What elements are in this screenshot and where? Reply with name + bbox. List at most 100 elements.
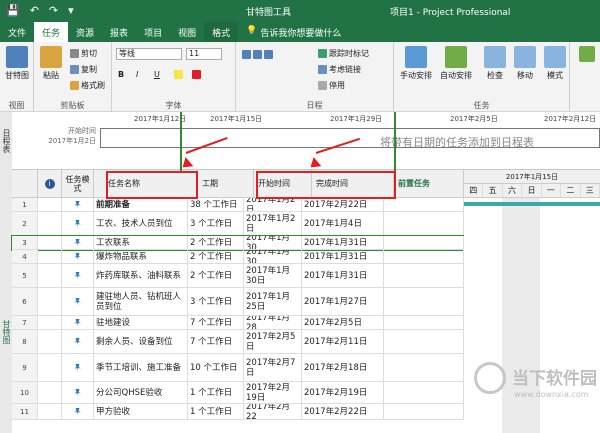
duration-cell[interactable]: 10 个工作日 bbox=[188, 354, 244, 381]
start-cell[interactable]: 2017年1月30 bbox=[244, 236, 302, 249]
task-mode-cell[interactable] bbox=[62, 198, 94, 211]
duration-cell[interactable]: 1 个工作日 bbox=[188, 382, 244, 403]
tab-view[interactable]: 视图 bbox=[170, 22, 204, 42]
move-button[interactable]: 移动 bbox=[508, 46, 542, 81]
table-row[interactable]: 1 前期准备 38 个工作日 2017年1月2日 2017年2月22日 bbox=[12, 198, 464, 212]
indicator-cell[interactable] bbox=[38, 236, 62, 249]
task-name-cell[interactable]: 前期准备 bbox=[94, 198, 188, 211]
duration-cell[interactable]: 7 个工作日 bbox=[188, 330, 244, 353]
task-name-cell[interactable]: 工农、技术人员到位 bbox=[94, 212, 188, 235]
duration-cell[interactable]: 7 个工作日 bbox=[188, 316, 244, 329]
indicator-cell[interactable] bbox=[38, 382, 62, 403]
task-mode-cell[interactable] bbox=[62, 316, 94, 329]
task-name-cell[interactable]: 分公司QHSE验收 bbox=[94, 382, 188, 403]
font-color-button[interactable] bbox=[192, 70, 201, 79]
start-cell[interactable]: 2017年1月2日 bbox=[244, 212, 302, 235]
duration-cell[interactable]: 1 个工作日 bbox=[188, 404, 244, 419]
finish-cell[interactable]: 2017年1月31日 bbox=[302, 264, 384, 287]
percent-complete-buttons[interactable] bbox=[242, 50, 273, 59]
predecessors-cell[interactable] bbox=[384, 250, 464, 263]
task-mode-cell[interactable] bbox=[62, 382, 94, 403]
row-number[interactable]: 8 bbox=[12, 330, 38, 353]
finish-cell[interactable]: 2017年1月4日 bbox=[302, 212, 384, 235]
indicator-cell[interactable] bbox=[38, 330, 62, 353]
indicator-cell[interactable] bbox=[38, 198, 62, 211]
task-mode-cell[interactable] bbox=[62, 288, 94, 315]
indicator-cell[interactable] bbox=[38, 354, 62, 381]
table-row[interactable]: 11 甲方验收 1 个工作日 2017年2月22 2017年2月22日 bbox=[12, 404, 464, 420]
table-row[interactable]: 5 炸药库联系、油料联系 2 个工作日 2017年1月30日 2017年1月31日 bbox=[12, 264, 464, 288]
finish-cell[interactable]: 2017年2月11日 bbox=[302, 330, 384, 353]
tell-me-box[interactable]: 💡 告诉我你想要做什么 bbox=[238, 22, 349, 42]
customize-qa-icon[interactable]: ▾ bbox=[68, 4, 74, 17]
table-row[interactable]: 3 工农联系 2 个工作日 2017年1月30 2017年1月31日 bbox=[11, 235, 465, 251]
row-number[interactable]: 2 bbox=[12, 212, 38, 235]
format-painter-button[interactable]: 格式刷 bbox=[70, 80, 105, 91]
start-cell[interactable]: 2017年1月30 bbox=[244, 250, 302, 263]
task-name-cell[interactable]: 驻地建设 bbox=[94, 316, 188, 329]
task-mode-cell[interactable] bbox=[62, 404, 94, 419]
duration-cell[interactable]: 2 个工作日 bbox=[188, 236, 244, 249]
finish-cell[interactable]: 2017年1月31日 bbox=[302, 250, 384, 263]
start-cell[interactable]: 2017年1月25日 bbox=[244, 288, 302, 315]
mode-button[interactable]: 模式 bbox=[538, 46, 572, 81]
table-row[interactable]: 2 工农、技术人员到位 3 个工作日 2017年1月2日 2017年1月4日 bbox=[12, 212, 464, 236]
table-row[interactable]: 10 分公司QHSE验收 1 个工作日 2017年2月19日 2017年2月19日 bbox=[12, 382, 464, 404]
tab-resource[interactable]: 资源 bbox=[68, 22, 102, 42]
undo-icon[interactable]: ↶ bbox=[30, 4, 39, 17]
mode-column-header[interactable]: 任务模式 bbox=[62, 170, 94, 198]
manual-schedule-button[interactable]: 手动安排 bbox=[396, 46, 436, 81]
task-mode-cell[interactable] bbox=[62, 236, 94, 249]
task-name-cell[interactable]: 甲方验收 bbox=[94, 404, 188, 419]
summary-task-bar[interactable] bbox=[464, 202, 600, 206]
predecessors-cell[interactable] bbox=[384, 354, 464, 381]
task-name-cell[interactable]: 爆炸物品联系 bbox=[94, 250, 188, 263]
predecessors-cell[interactable] bbox=[384, 316, 464, 329]
copy-button[interactable]: 复制 bbox=[70, 64, 97, 75]
finish-cell[interactable]: 2017年2月22日 bbox=[302, 198, 384, 211]
task-name-cell[interactable]: 工农联系 bbox=[94, 236, 188, 249]
predecessors-cell[interactable] bbox=[384, 236, 464, 249]
insert-task-button[interactable] bbox=[576, 46, 598, 64]
table-row[interactable]: 8 剩余人员、设备到位 7 个工作日 2017年2月5日 2017年2月11日 bbox=[12, 330, 464, 354]
table-row[interactable]: 9 季节工培训、施工准备 10 个工作日 2017年2月7日 2017年2月18日 bbox=[12, 354, 464, 382]
finish-cell[interactable]: 2017年2月22日 bbox=[302, 404, 384, 419]
inspect-button[interactable]: 检查 bbox=[478, 46, 512, 81]
row-number[interactable]: 9 bbox=[12, 354, 38, 381]
duration-cell[interactable]: 2 个工作日 bbox=[188, 250, 244, 263]
select-all-corner[interactable] bbox=[12, 170, 38, 198]
predecessors-column-header[interactable]: 前置任务 bbox=[394, 170, 464, 198]
timeline-pane[interactable]: 日程表 开始时间 2017年1月2日 2017年1月12日 2017年1月15日… bbox=[0, 112, 600, 170]
tab-file[interactable]: 文件 bbox=[0, 22, 34, 42]
row-number[interactable]: 11 bbox=[12, 404, 38, 419]
table-row[interactable]: 7 驻地建设 7 个工作日 2017年1月28 2017年2月5日 bbox=[12, 316, 464, 330]
font-name-select[interactable]: 等线 bbox=[116, 48, 182, 60]
font-size-select[interactable]: 11 bbox=[186, 48, 222, 60]
finish-cell[interactable]: 2017年2月19日 bbox=[302, 382, 384, 403]
table-row[interactable]: 4 爆炸物品联系 2 个工作日 2017年1月30 2017年1月31日 bbox=[12, 250, 464, 264]
cut-button[interactable]: 剪切 bbox=[70, 48, 97, 59]
task-mode-cell[interactable] bbox=[62, 330, 94, 353]
table-row[interactable]: 6 建驻地人员、钻机班人员到位 3 个工作日 2017年1月25日 2017年1月27日 bbox=[12, 288, 464, 316]
indicator-cell[interactable] bbox=[38, 404, 62, 419]
task-name-cell[interactable]: 季节工培训、施工准备 bbox=[94, 354, 188, 381]
predecessors-cell[interactable] bbox=[384, 264, 464, 287]
finish-cell[interactable]: 2017年2月18日 bbox=[302, 354, 384, 381]
indicator-cell[interactable] bbox=[38, 250, 62, 263]
auto-schedule-button[interactable]: 自动安排 bbox=[436, 46, 476, 81]
start-cell[interactable]: 2017年2月22 bbox=[244, 404, 302, 419]
paste-button[interactable]: 粘贴 bbox=[34, 46, 68, 81]
task-mode-cell[interactable] bbox=[62, 354, 94, 381]
task-mode-cell[interactable] bbox=[62, 212, 94, 235]
row-number[interactable]: 5 bbox=[12, 264, 38, 287]
row-number[interactable]: 3 bbox=[12, 236, 38, 249]
finish-cell[interactable]: 2017年2月5日 bbox=[302, 316, 384, 329]
start-cell[interactable]: 2017年2月5日 bbox=[244, 330, 302, 353]
predecessors-cell[interactable] bbox=[384, 382, 464, 403]
predecessors-cell[interactable] bbox=[384, 404, 464, 419]
row-number[interactable]: 4 bbox=[12, 250, 38, 263]
duration-cell[interactable]: 3 个工作日 bbox=[188, 288, 244, 315]
indicator-cell[interactable] bbox=[38, 288, 62, 315]
row-number[interactable]: 6 bbox=[12, 288, 38, 315]
save-icon[interactable]: 💾 bbox=[6, 4, 20, 17]
